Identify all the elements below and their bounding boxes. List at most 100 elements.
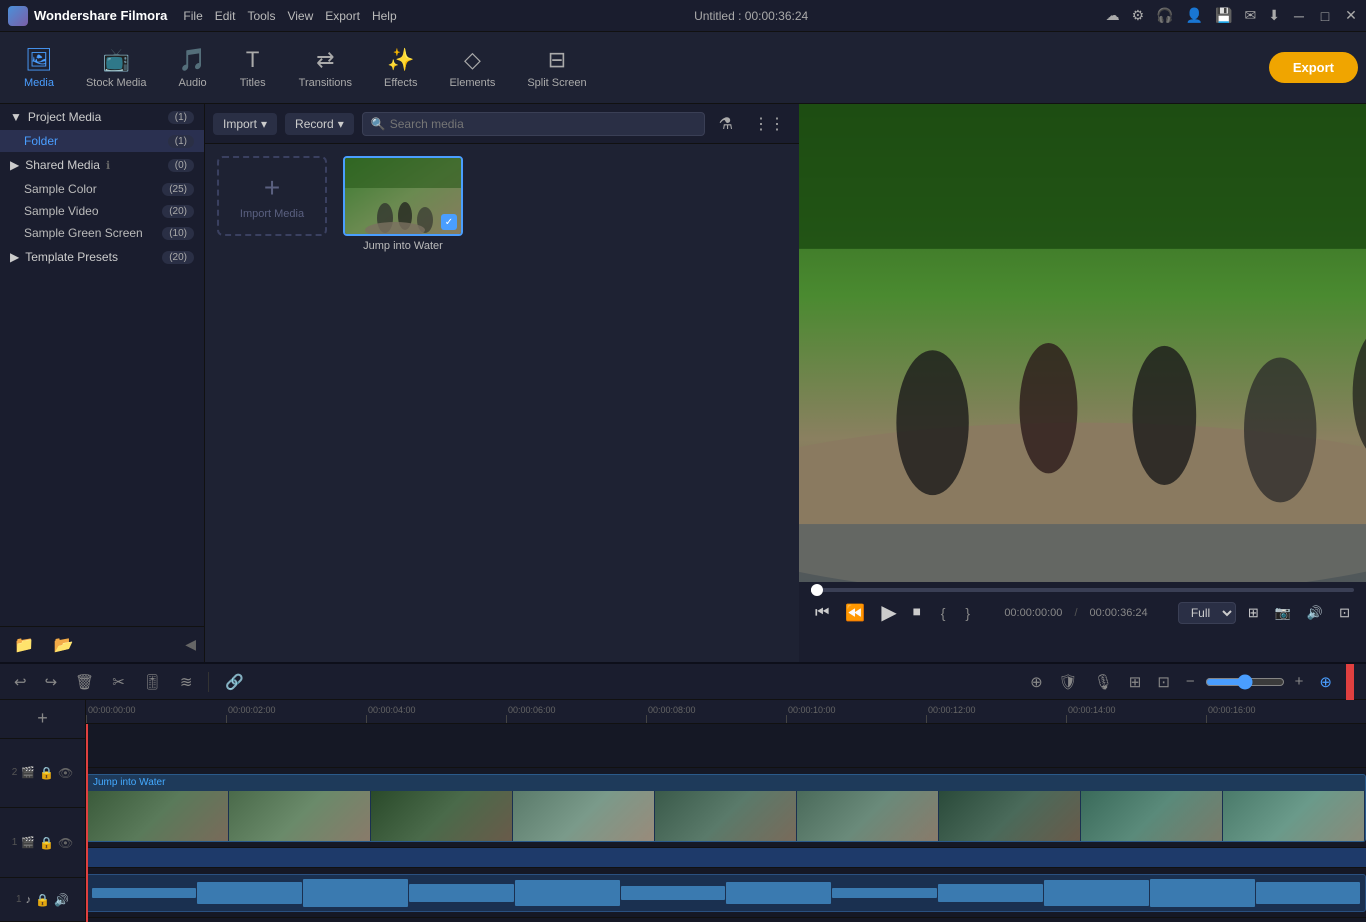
split-track-button[interactable]: ⊡ <box>1151 671 1176 693</box>
new-folder-button[interactable]: 📁 <box>8 633 40 657</box>
toolbar-titles[interactable]: T Titles <box>223 43 283 93</box>
delete-button[interactable]: 🗑 <box>69 671 100 693</box>
message-icon[interactable]: ✉ <box>1245 7 1257 24</box>
timeline-content: + 2 🎬 🔒 👁 1 🎬 🔒 👁 <box>0 700 1366 922</box>
toolbar-stock-media[interactable]: 📺 Stock Media <box>70 43 163 93</box>
import-button[interactable]: Import ▾ <box>213 113 277 135</box>
track-v2-label: 2 <box>12 767 18 778</box>
track-v1-eye[interactable]: 👁 <box>58 836 73 850</box>
maximize-button[interactable]: □ <box>1318 9 1332 23</box>
search-input[interactable] <box>390 117 696 131</box>
snap-button[interactable]: ⊕ <box>1024 671 1049 693</box>
shield-button[interactable]: 🛡 <box>1053 671 1084 693</box>
close-button[interactable]: ✕ <box>1344 9 1358 23</box>
track-header-v2: 2 🎬 🔒 👁 <box>0 739 85 809</box>
minus-zoom-button[interactable]: − <box>1180 671 1201 692</box>
track-a1-lock[interactable]: 🔒 <box>35 893 50 907</box>
track-v2-lock[interactable]: 🔒 <box>39 766 54 780</box>
audio-clip[interactable] <box>86 874 1366 912</box>
zoom-select[interactable]: Full <box>1178 602 1236 624</box>
sample-green-screen-label: Sample Green Screen <box>24 226 143 240</box>
track-v1-lock[interactable]: 🔒 <box>39 836 54 850</box>
menu-view[interactable]: View <box>287 9 313 23</box>
shared-media-title: ▶ Shared Media ℹ <box>10 158 110 172</box>
project-media-header[interactable]: ▼ Project Media (1) <box>0 104 204 130</box>
filter-icon-button[interactable]: ⚗ <box>713 112 739 136</box>
video-clip-jump-into-water[interactable]: Jump into Water <box>86 774 1366 842</box>
more-options-button[interactable]: ⊡ <box>1335 603 1354 623</box>
cut-button[interactable]: ✂ <box>106 671 131 693</box>
menu-help[interactable]: Help <box>372 9 397 23</box>
audio-adjust-button[interactable]: 🎚 <box>137 671 168 693</box>
plus-zoom-button[interactable]: + <box>1289 671 1310 692</box>
menu-bar: File Edit Tools View Export Help <box>183 9 396 23</box>
toolbar-elements[interactable]: ◇ Elements <box>433 43 511 93</box>
film-frame-6 <box>797 791 939 842</box>
menu-tools[interactable]: Tools <box>247 9 275 23</box>
redo-button[interactable]: ↪ <box>39 671 64 693</box>
shared-media-header[interactable]: ▶ Shared Media ℹ (0) <box>0 152 204 178</box>
track-a1-label: 1 <box>16 894 22 905</box>
save-icon[interactable]: 💾 <box>1215 7 1232 24</box>
headphone-icon[interactable]: 🎧 <box>1156 7 1173 24</box>
cloud-icon[interactable]: ☁ <box>1106 7 1120 24</box>
menu-export[interactable]: Export <box>325 9 360 23</box>
track-v1-label: 1 <box>12 837 18 848</box>
fit-screen-button[interactable]: ⊞ <box>1244 603 1263 623</box>
panel-item-sample-video[interactable]: Sample Video (20) <box>0 200 204 222</box>
minimize-button[interactable]: ─ <box>1292 9 1306 23</box>
view-options-button[interactable]: ⋮⋮ <box>747 112 791 136</box>
download-icon[interactable]: ⬇ <box>1268 7 1280 24</box>
step-back-button[interactable]: ⏮ <box>811 602 833 624</box>
panel-item-folder[interactable]: Folder (1) <box>0 130 204 152</box>
track-a1-volume[interactable]: 🔊 <box>54 893 69 907</box>
film-frame-3 <box>371 791 513 842</box>
track-v2-eye[interactable]: 👁 <box>58 766 73 780</box>
toolbar-audio[interactable]: 🎵 Audio <box>163 43 223 93</box>
export-button[interactable]: Export <box>1269 52 1358 83</box>
panel-collapse-button[interactable]: ◀ <box>185 636 196 653</box>
time-display: 00:00:00:00 <box>1004 607 1062 619</box>
track-v1-controls: 1 🎬 🔒 👁 <box>12 836 73 850</box>
import-media-placeholder[interactable]: + Import Media <box>217 156 327 236</box>
profile-icon[interactable]: 👤 <box>1186 7 1203 24</box>
toolbar-transitions[interactable]: ⇄ Transitions <box>283 43 368 93</box>
stop-button[interactable]: ⏹ <box>909 602 925 624</box>
ruler-mark-0: 00:00:00:00 <box>86 705 226 723</box>
menu-edit[interactable]: Edit <box>215 9 236 23</box>
panel-item-sample-green-screen[interactable]: Sample Green Screen (10) <box>0 222 204 244</box>
open-folder-button[interactable]: 📂 <box>48 633 80 657</box>
volume-button[interactable]: 🔊 <box>1303 603 1327 623</box>
playback-thumb[interactable] <box>811 584 823 596</box>
timeline-ruler: 00:00:00:00 00:00:02:00 00:00:04:00 00:0… <box>86 700 1366 724</box>
preview-controls: ⏮ ⏪ ▶ ⏹ { } 00:00:00:00 / 00:00:36:24 Fu… <box>799 582 1366 662</box>
search-icon: 🔍 <box>371 117 386 131</box>
link-button[interactable]: 🔗 <box>219 671 250 693</box>
ripple-button[interactable]: ≋ <box>174 671 199 693</box>
menu-file[interactable]: File <box>183 9 202 23</box>
controls-row: ⏮ ⏪ ▶ ⏹ { } 00:00:00:00 / 00:00:36:24 Fu… <box>811 598 1354 627</box>
settings-icon[interactable]: ⚙ <box>1132 7 1145 24</box>
transitions-icon: ⇄ <box>316 47 334 73</box>
panel-item-sample-color[interactable]: Sample Color (25) <box>0 178 204 200</box>
media-thumb-jump-into-water[interactable]: ✓ Jump into Water <box>343 156 463 252</box>
toolbar-media[interactable]: 🖼 Media <box>8 43 70 93</box>
add-track-button[interactable]: ⊕ <box>1313 671 1338 693</box>
mic-button[interactable]: 🎙 <box>1088 671 1119 693</box>
playback-bar[interactable] <box>811 588 1354 592</box>
add-track-icon[interactable]: + <box>31 706 54 731</box>
zoom-slider[interactable] <box>1205 674 1285 690</box>
toolbar-effects[interactable]: ✨ Effects <box>368 43 433 93</box>
record-button[interactable]: Record ▾ <box>285 113 354 135</box>
expand-icon: ▶ <box>10 158 19 172</box>
screenshot-button[interactable]: 📷 <box>1271 603 1295 623</box>
play-button[interactable]: ▶ <box>877 598 900 627</box>
media-panel: Import ▾ Record ▾ 🔍 ⚗ ⋮⋮ + Import Media <box>205 104 799 662</box>
import-media-label: Import Media <box>240 208 304 220</box>
rewind-button[interactable]: ⏪ <box>841 601 869 625</box>
layout-button[interactable]: ⊞ <box>1123 671 1148 693</box>
template-presets-header[interactable]: ▶ Template Presets (20) <box>0 244 204 270</box>
project-media-title: ▼ Project Media <box>10 110 101 124</box>
toolbar-split-screen[interactable]: ⊟ Split Screen <box>511 43 602 93</box>
undo-button[interactable]: ↩ <box>8 671 33 693</box>
